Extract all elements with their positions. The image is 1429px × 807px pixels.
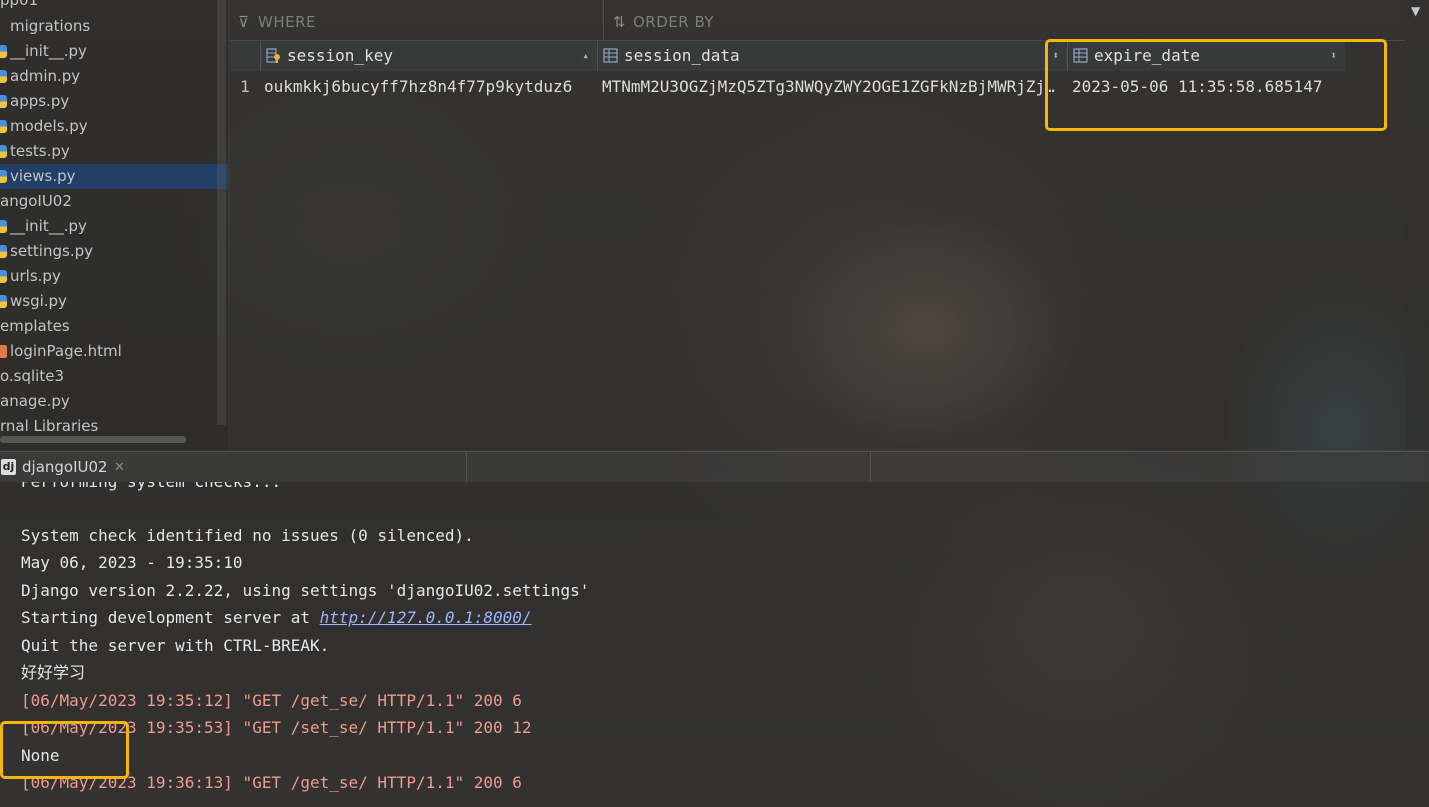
tree-item-urls-py[interactable]: urls.py: [0, 264, 228, 289]
console-request-log: [06/May/2023 19:35:12] "GET /get_se/ HTT…: [21, 691, 522, 710]
python-file-icon: [0, 45, 7, 58]
html-file-icon: [0, 345, 7, 358]
tree-item-admin-py[interactable]: admin.py: [0, 64, 228, 89]
tree-item-sqlite-db[interactable]: o.sqlite3: [0, 364, 228, 389]
python-file-icon: [0, 95, 7, 108]
console-line: May 06, 2023 - 19:35:10: [21, 553, 243, 572]
filter-bar: ⊽ WHERE ⇅ ORDER BY: [230, 0, 1405, 41]
tree-item-wsgi-py[interactable]: wsgi.py: [0, 289, 228, 314]
column-sort-icon[interactable]: ▴: [582, 41, 589, 71]
tree-item-models-py[interactable]: models.py: [0, 114, 228, 139]
run-tool-window-tabs: dj djangoIU02 ✕: [0, 451, 1429, 483]
console-line: 好好学习: [21, 663, 86, 682]
python-file-icon: [0, 170, 7, 183]
tree-item-migrations[interactable]: migrations: [0, 14, 228, 39]
server-url-link[interactable]: http://127.0.0.1:8000/: [320, 608, 532, 627]
run-tab-djangoiu02[interactable]: dj djangoIU02 ✕: [0, 452, 135, 483]
tree-item-tests-py[interactable]: tests.py: [0, 139, 228, 164]
python-file-icon: [0, 145, 7, 158]
tree-item-apps-py[interactable]: apps.py: [0, 89, 228, 114]
console-line: Performing system checks...: [21, 482, 281, 494]
python-file-icon: [0, 220, 7, 233]
tree-item-loginpage-html[interactable]: loginPage.html: [0, 339, 228, 364]
python-file-icon: [0, 245, 7, 258]
key-column-icon: [266, 48, 280, 63]
column-header-session-data[interactable]: session_data ⬍: [597, 41, 1068, 71]
python-file-icon: [0, 295, 7, 308]
cell-session-data[interactable]: MTNmM2U3OGZjMzQ5ZTg3NWQyZWY2OGE1ZGFkNzBj…: [602, 72, 1062, 102]
tree-item-init-py-2[interactable]: __init__.py: [0, 214, 228, 239]
tree-item-folder[interactable]: pp01: [0, 0, 228, 13]
python-file-icon: [0, 120, 7, 133]
project-tree-panel[interactable]: pp01 migrations __init__.py admin.py app…: [0, 0, 228, 450]
tree-item-views-py[interactable]: views.py: [0, 164, 228, 189]
run-console-output[interactable]: Performing system checks... System check…: [0, 482, 1429, 807]
row-number-header: [230, 41, 261, 71]
console-line-server-start: Starting development server at http://12…: [21, 606, 532, 630]
python-file-icon: [0, 270, 7, 283]
highlight-box-expire-date: [1045, 39, 1387, 131]
chevron-down-icon[interactable]: ▼: [1411, 4, 1420, 18]
tab-divider: [466, 452, 467, 483]
tree-item-init-py[interactable]: __init__.py: [0, 39, 228, 64]
tree-item-project-folder[interactable]: angoIU02: [0, 189, 228, 214]
console-line: Django version 2.2.22, using settings 'd…: [21, 581, 590, 600]
django-icon: dj: [1, 459, 16, 475]
editor-right-gutter: ▼: [1405, 0, 1429, 450]
tree-item-manage-py[interactable]: anage.py: [0, 389, 228, 414]
column-icon: [603, 48, 618, 63]
python-file-icon: [0, 70, 7, 83]
console-line: Quit the server with CTRL-BREAK.: [21, 636, 330, 655]
close-icon[interactable]: ✕: [114, 452, 125, 483]
row-number: 1: [240, 77, 250, 96]
console-line: System check identified no issues (0 sil…: [21, 526, 474, 545]
sort-order-icon: ⇅: [613, 13, 627, 31]
column-header-session-key[interactable]: session_key ▴: [260, 41, 598, 71]
filter-icon: ⊽: [238, 13, 250, 31]
highlight-box-none-output: [0, 721, 129, 779]
tab-divider: [870, 452, 871, 483]
server-start-text: Starting development server at: [21, 608, 320, 627]
tree-horizontal-scrollbar[interactable]: [0, 436, 186, 443]
where-filter-input[interactable]: ⊽ WHERE: [238, 0, 604, 40]
cell-session-key[interactable]: oukmkkj6bucyff7hz8n4f77p9kytduz6: [264, 72, 594, 102]
order-by-input[interactable]: ⇅ ORDER BY: [613, 0, 1403, 40]
tree-item-settings-py[interactable]: settings.py: [0, 239, 228, 264]
tree-item-templates-folder[interactable]: emplates: [0, 314, 228, 339]
tree-vertical-scrollbar[interactable]: [217, 0, 226, 425]
